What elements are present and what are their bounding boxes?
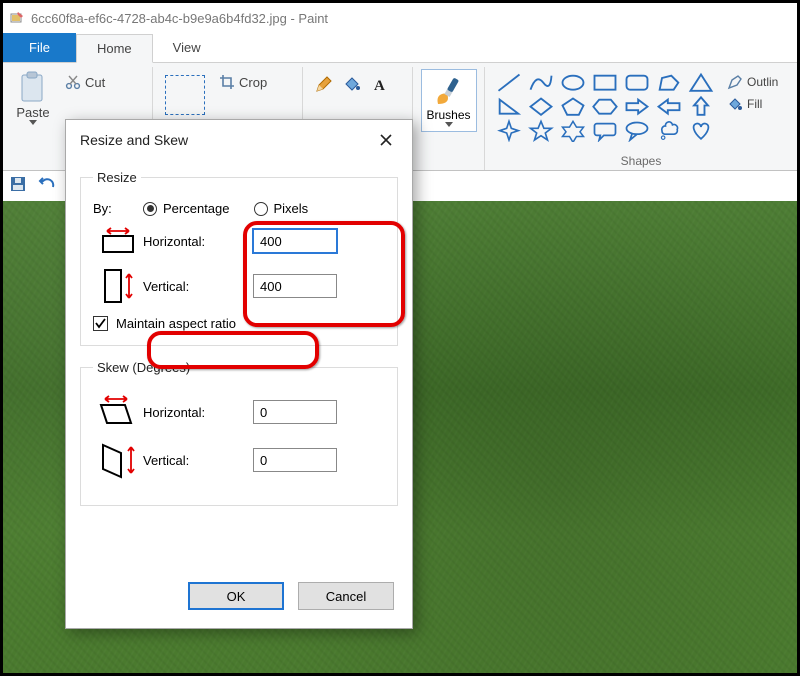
skew-v-label: Vertical: <box>143 453 253 468</box>
shape-star5-icon[interactable] <box>527 119 555 142</box>
paste-label: Paste <box>16 105 49 120</box>
skew-horizontal-icon <box>93 395 143 429</box>
resize-vertical-input[interactable] <box>253 274 337 298</box>
resize-legend: Resize <box>93 170 141 185</box>
chevron-down-icon <box>29 120 37 125</box>
ok-button[interactable]: OK <box>188 582 284 610</box>
group-brushes-title <box>421 152 476 168</box>
radio-pixels[interactable]: Pixels <box>254 201 309 216</box>
svg-text:A: A <box>374 78 385 93</box>
radio-percentage[interactable]: Percentage <box>143 201 230 216</box>
window-titlebar: 6cc60f8a-ef6c-4728-ab4c-b9e9a6b4fd32.jpg… <box>3 3 797 33</box>
shape-callout-round-icon[interactable] <box>591 119 619 142</box>
shape-outline-button[interactable]: Outlin <box>727 73 778 91</box>
shape-arrowr-icon[interactable] <box>623 95 651 118</box>
resize-vertical-icon <box>93 266 143 306</box>
skew-vertical-icon <box>93 439 143 481</box>
radio-dot-icon <box>143 202 157 216</box>
cut-label: Cut <box>85 75 105 90</box>
save-icon[interactable] <box>9 175 27 193</box>
shape-callout-cloud-icon[interactable] <box>655 119 683 142</box>
outline-label: Outlin <box>747 75 778 89</box>
maintain-label: Maintain aspect ratio <box>116 316 236 331</box>
resize-h-label: Horizontal: <box>143 234 253 249</box>
by-label: By: <box>93 201 143 216</box>
resize-group: Resize By: Percentage Pixels Horizontal: <box>80 170 398 346</box>
pencil-icon[interactable] <box>315 75 333 93</box>
shape-fill-button[interactable]: Fill <box>727 95 778 113</box>
resize-horizontal-icon <box>93 226 143 256</box>
shape-hexagon-icon[interactable] <box>591 95 619 118</box>
text-icon[interactable]: A <box>371 75 389 93</box>
dialog-title: Resize and Skew <box>80 132 188 148</box>
shape-righttri-icon[interactable] <box>495 95 523 118</box>
shape-polygon-icon[interactable] <box>655 71 683 94</box>
resize-horizontal-input[interactable] <box>253 229 337 253</box>
shape-heart-icon[interactable] <box>687 119 715 142</box>
window-title: 6cc60f8a-ef6c-4728-ab4c-b9e9a6b4fd32.jpg… <box>31 11 328 26</box>
chevron-down-icon <box>445 122 453 127</box>
skew-horizontal-input[interactable] <box>253 400 337 424</box>
group-shapes: Outlin Fill Shapes <box>485 67 797 170</box>
shape-rect-icon[interactable] <box>591 71 619 94</box>
skew-legend: Skew (Degrees) <box>93 360 194 375</box>
shape-curve-icon[interactable] <box>527 71 555 94</box>
percentage-label: Percentage <box>163 201 230 216</box>
bucket-icon[interactable] <box>343 75 361 93</box>
radio-dot-icon <box>254 202 268 216</box>
clipboard-icon <box>18 71 48 105</box>
paste-button[interactable]: Paste <box>11 69 55 127</box>
cancel-button[interactable]: Cancel <box>298 582 394 610</box>
brushes-label: Brushes <box>426 108 470 122</box>
dialog-close-button[interactable] <box>370 128 402 152</box>
dialog-titlebar[interactable]: Resize and Skew <box>66 120 412 160</box>
shape-star4-icon[interactable] <box>495 119 523 142</box>
shapes-gallery[interactable] <box>493 69 717 143</box>
skew-group: Skew (Degrees) Horizontal: Vertical: <box>80 360 398 506</box>
group-brushes: Brushes <box>413 67 485 170</box>
undo-icon[interactable] <box>37 175 57 193</box>
brush-icon <box>432 74 466 108</box>
skew-h-label: Horizontal: <box>143 405 253 420</box>
shape-arrowu-icon[interactable] <box>687 95 715 118</box>
shape-diamond-icon[interactable] <box>527 95 555 118</box>
crop-icon <box>219 74 235 90</box>
quick-access-toolbar <box>9 175 57 193</box>
shape-callout-oval-icon[interactable] <box>623 119 651 142</box>
group-shapes-title: Shapes <box>493 152 789 168</box>
select-button[interactable] <box>161 69 209 117</box>
tab-home[interactable]: Home <box>76 34 153 63</box>
paint-app-icon <box>9 10 25 26</box>
brushes-button[interactable]: Brushes <box>421 69 477 132</box>
shape-pentagon-icon[interactable] <box>559 95 587 118</box>
crop-label: Crop <box>239 75 267 90</box>
resize-skew-dialog: Resize and Skew Resize By: Percentage Pi… <box>65 119 413 629</box>
shape-line-icon[interactable] <box>495 71 523 94</box>
shape-star6-icon[interactable] <box>559 119 587 142</box>
crop-button[interactable]: Crop <box>215 72 271 92</box>
maintain-aspect-checkbox[interactable]: Maintain aspect ratio <box>93 316 385 331</box>
fill-label: Fill <box>747 97 762 111</box>
tab-view[interactable]: View <box>153 33 221 62</box>
cut-button[interactable]: Cut <box>61 72 109 92</box>
shape-oval-icon[interactable] <box>559 71 587 94</box>
fill-icon <box>727 96 743 112</box>
resize-v-label: Vertical: <box>143 279 253 294</box>
shape-triangle-icon[interactable] <box>687 71 715 94</box>
tab-file[interactable]: File <box>3 33 76 62</box>
checkbox-icon <box>93 316 108 331</box>
scissors-icon <box>65 74 81 90</box>
shape-roundrect-icon[interactable] <box>623 71 651 94</box>
skew-vertical-input[interactable] <box>253 448 337 472</box>
selection-rect-icon <box>165 75 205 115</box>
ribbon-tab-strip: File Home View <box>3 33 797 63</box>
shape-arrowl-icon[interactable] <box>655 95 683 118</box>
pixels-label: Pixels <box>274 201 309 216</box>
close-icon <box>380 134 392 146</box>
outline-icon <box>727 74 743 90</box>
